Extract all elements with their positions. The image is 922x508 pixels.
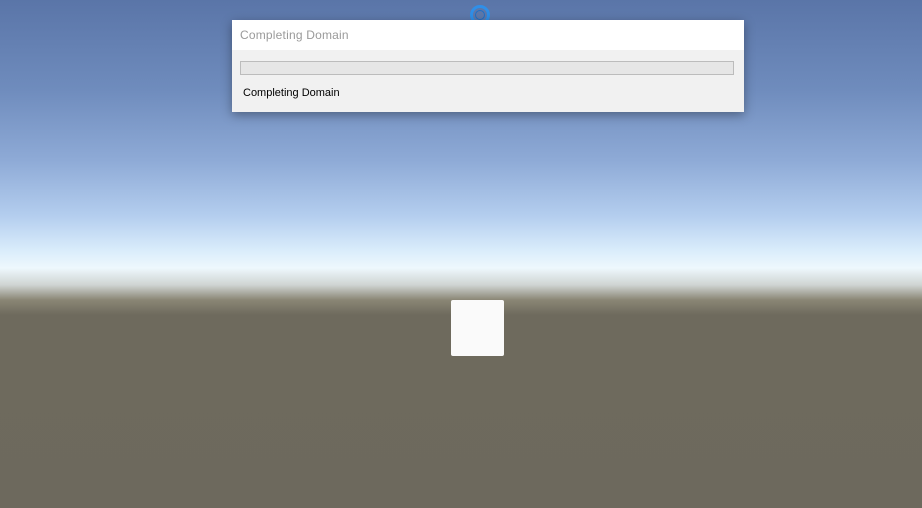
- dialog-titlebar[interactable]: Completing Domain: [232, 20, 744, 50]
- progress-bar: [240, 61, 734, 75]
- dialog-title: Completing Domain: [240, 28, 349, 42]
- cube-object: [451, 300, 504, 356]
- progress-dialog: Completing Domain Completing Domain: [232, 20, 744, 112]
- progress-status-text: Completing Domain: [243, 87, 340, 99]
